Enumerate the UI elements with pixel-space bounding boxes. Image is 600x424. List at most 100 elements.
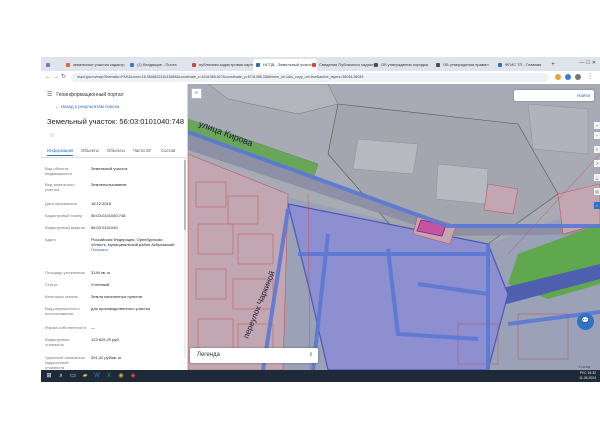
zoom-in-icon[interactable]: +	[594, 122, 600, 129]
show-address-link[interactable]: Показать	[91, 247, 177, 252]
field-key: Вид объекта недвижимости	[45, 166, 72, 176]
tab-favicon-icon	[498, 63, 502, 67]
reload-icon[interactable]: ↻	[61, 74, 66, 81]
app-icon[interactable]: ◆	[129, 372, 137, 380]
chat-support-icon[interactable]: 💬	[577, 313, 594, 330]
tab-label: ФГИС ТП - Главная	[505, 62, 542, 67]
info-panel: ☰ Геоинформационный портал ← Назад к резу…	[41, 84, 188, 370]
panel-tabs: Информация Объекты Объекты Части ЗУ Сост…	[41, 147, 187, 158]
field-value: Землепользование	[91, 182, 127, 187]
search-icon[interactable]: ⌕	[57, 372, 65, 380]
ruler-icon[interactable]: ⟂	[594, 174, 600, 181]
tab-active[interactable]: НСПД - Земельный участок	[253, 59, 317, 71]
tab-favicon-icon	[46, 63, 50, 67]
map-attribution: © НСПД	[578, 365, 590, 369]
tab-label: Сведения Публичного кадастра	[319, 62, 379, 67]
tab-favicon-icon	[374, 63, 378, 67]
field-key: Форма собственности	[45, 325, 86, 330]
tab[interactable]: Сведения Публичного кадастра	[309, 59, 379, 71]
field-value: 3149 кв. м	[91, 270, 110, 275]
tab[interactable]: Об утверждении порядка	[371, 59, 441, 71]
info-tool-icon[interactable]: i	[594, 202, 600, 209]
field-key: Категория земель	[45, 294, 79, 299]
task-view-icon[interactable]: ▭	[69, 372, 77, 380]
map-canvas[interactable]: улица Кирова переулок Чаркиной	[188, 84, 600, 370]
tab-label: (1) Входящие - Почта	[137, 62, 177, 67]
print-icon[interactable]: ▤	[594, 188, 600, 195]
favorite-star-icon[interactable]: ☆	[49, 132, 54, 139]
tab-parts[interactable]: Части ЗУ	[133, 148, 151, 153]
portal-name: Геоинформационный портал	[56, 92, 124, 98]
hamburger-menu-icon[interactable]: ☰	[47, 92, 52, 98]
field-value: 56:03:0101040	[91, 225, 118, 230]
tab[interactable]: (1) Входящие - Почта	[127, 59, 197, 71]
browser-menu-icon[interactable]: ⋮	[587, 74, 593, 81]
system-tray[interactable]: РУС 15:32 11.06.2024	[579, 371, 596, 381]
excel-icon[interactable]: X	[105, 372, 113, 380]
zoom-out-icon[interactable]: −	[594, 132, 600, 139]
field-key: Вид земельного участка	[45, 182, 75, 192]
tab-objects[interactable]: Объекты	[81, 148, 99, 153]
portal-header: ☰ Геоинформационный портал	[47, 91, 124, 98]
address-bar: ← → ↻ nspd.gov.ru/map?thematic=PKK&zoom=…	[41, 71, 600, 85]
field-key: Кадастровый квартал	[45, 225, 86, 230]
field-key: Вид разрешенного использования	[45, 306, 80, 316]
browser-icon[interactable]: ◉	[117, 372, 125, 380]
field-row-address: Адрес Российская Федерация, Оренбургская …	[45, 237, 181, 267]
tab-objects-2[interactable]: Объекты	[107, 148, 125, 153]
tab-favicon-icon	[130, 63, 134, 67]
tab[interactable]: ОБ утверждении правил	[433, 59, 503, 71]
tab-label: публичная кадастровая карта	[199, 62, 255, 67]
map-search-button[interactable]: Найти	[514, 90, 594, 101]
field-key: Статус	[45, 282, 58, 287]
field-key: Площадь уточненная	[45, 270, 85, 275]
field-value: для производственного участка	[91, 306, 150, 311]
new-tab-button[interactable]: +	[549, 59, 557, 71]
file-explorer-icon[interactable]: ▰	[81, 372, 89, 380]
word-icon[interactable]: W	[93, 372, 101, 380]
browser-window: земельные участки кадастр (1) Входящие -…	[41, 57, 600, 382]
field-value: —	[91, 325, 95, 330]
clock-date: 11.06.2024	[579, 376, 596, 380]
field-key: Удельный показатель кадастровой стоимост…	[45, 355, 86, 370]
field-value: Учтенный	[91, 282, 110, 287]
window-controls[interactable]: — ☐ ✕	[580, 60, 596, 66]
field-value: 391,42 руб/кв. м	[91, 355, 121, 360]
clock-time: 15:32	[587, 371, 597, 375]
layers-icon[interactable]: ≡	[594, 146, 600, 153]
windows-start-icon[interactable]: ⊞	[45, 372, 53, 380]
legend-dropdown[interactable]: Легенда ⇕	[190, 348, 318, 363]
extension-icon[interactable]	[565, 74, 571, 80]
tab-label: Об утверждении порядка	[381, 62, 429, 67]
share-icon[interactable]: ↗	[594, 160, 600, 167]
chevron-updown-icon: ⇕	[308, 352, 313, 358]
field-key: Адрес	[45, 237, 57, 242]
back-to-results-link[interactable]: ← Назад к результатам поиска	[55, 104, 119, 109]
panel-scrollbar-thumb[interactable]	[184, 160, 186, 230]
taskbar: ⊞ ⌕ ▭ ▰ W X ◉ ◆ РУС 15:32 11.06.2024	[41, 370, 600, 382]
cadastral-map[interactable]: улица Кирова переулок Чаркиной « Найти +…	[188, 84, 600, 370]
tab-composition[interactable]: Состав	[161, 148, 175, 153]
tab[interactable]: земельные участки кадастр	[63, 59, 135, 71]
tab-favicon-icon	[256, 63, 260, 67]
tab-favicon-icon	[312, 63, 316, 67]
tab-information[interactable]: Информация	[47, 148, 74, 156]
legend-label: Легенда	[197, 352, 220, 358]
field-value: 123 625,29 руб.	[91, 337, 120, 342]
collapse-panel-button[interactable]: «	[191, 88, 202, 99]
tab[interactable]: публичная кадастровая карта	[189, 59, 261, 71]
field-key: Кадастровый номер	[45, 213, 83, 218]
back-arrow-icon[interactable]: ←	[45, 74, 51, 81]
profile-avatar[interactable]	[575, 74, 581, 80]
url-input[interactable]: nspd.gov.ru/map?thematic=PKK&zoom=18.384…	[71, 73, 549, 82]
extension-icon[interactable]	[555, 74, 561, 80]
page-title: Земельный участок: 56:03:0101040:748	[47, 117, 185, 126]
tab-label: НСПД - Земельный участок	[263, 62, 315, 67]
tab[interactable]: ФГИС ТП - Главная	[495, 59, 557, 71]
field-value: Земли населенных пунктов	[91, 294, 142, 299]
tab-favicon-icon	[192, 63, 196, 67]
tab-favicon-icon	[436, 63, 440, 67]
address-value: Российская Федерация, Оренбургская облас…	[91, 237, 175, 247]
forward-arrow-icon[interactable]: →	[53, 74, 59, 81]
language-indicator: РУС	[579, 371, 587, 375]
